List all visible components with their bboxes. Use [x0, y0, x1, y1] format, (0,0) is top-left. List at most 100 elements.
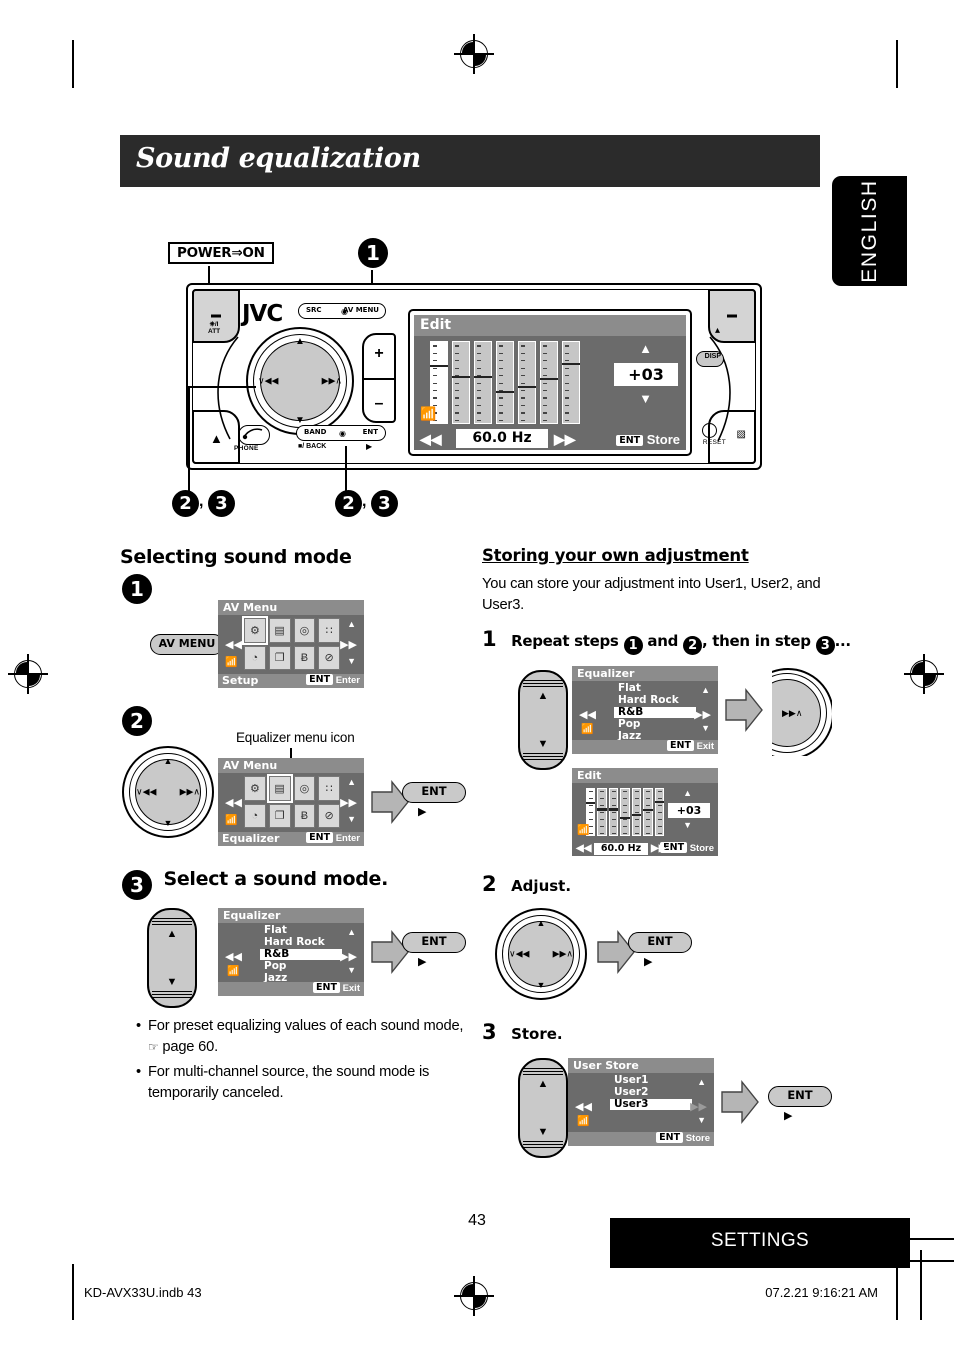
ent-button-step3[interactable]: ENT	[402, 932, 466, 953]
equalizer-band[interactable]	[562, 341, 580, 424]
scroll-up-icon[interactable]: ▲	[347, 777, 356, 787]
rocker-thumb-right-step1[interactable]: ▲ ▼	[518, 670, 568, 770]
equalizer-band[interactable]	[654, 788, 664, 836]
prev-icon[interactable]: ◀◀	[579, 708, 596, 721]
list-item[interactable]: R&B	[260, 949, 342, 960]
next-icon[interactable]: ▶▶	[340, 796, 357, 809]
list-item[interactable]: Hard Rock	[616, 695, 692, 706]
list-item[interactable]: Flat	[616, 683, 692, 694]
prev-band-icon[interactable]: ◀◀	[576, 843, 591, 854]
list-item[interactable]: User2	[612, 1087, 688, 1098]
prev-band-icon[interactable]: ◀◀	[420, 431, 442, 448]
menu-icon-cell-setup-icon[interactable]: ⚙	[244, 776, 266, 801]
menu-icon-cell-list-icon[interactable]: ❐	[268, 803, 291, 828]
equalizer-band[interactable]	[643, 788, 653, 836]
band-ent-button[interactable]: BAND ENT ◉	[296, 425, 386, 441]
next-icon[interactable]: ▶▶	[340, 950, 357, 963]
equalizer-band[interactable]	[608, 788, 619, 836]
control-dial[interactable]: ▲ ▼ ∨◀◀ ▶▶∧	[246, 327, 354, 435]
list-item[interactable]: User3	[610, 1099, 692, 1110]
list-item[interactable]: User1	[612, 1075, 688, 1086]
user-store-list[interactable]: User1 User2 User3	[610, 1075, 692, 1135]
eject-button[interactable]: ▲	[210, 431, 223, 446]
list-item[interactable]: Flat	[262, 925, 338, 936]
scroll-down-icon[interactable]: ▼	[347, 656, 356, 666]
equalizer-band[interactable]	[474, 341, 492, 424]
bluetooth-icon: 📶	[420, 406, 437, 421]
scroll-down-icon[interactable]: ▼	[697, 1115, 706, 1125]
menu-icon-cell-disc-icon[interactable]: ⊘	[318, 645, 340, 670]
equalizer-bars[interactable]	[586, 788, 664, 836]
menu-icon-cell-bluetooth-icon[interactable]: Ƀ	[293, 645, 316, 670]
menu-icon-cell-list-icon[interactable]: ❐	[268, 645, 291, 670]
av-menu-icon-grid[interactable]: ⚙ ▤ ◎ ∷ ◔ ❐ Ƀ ⊘	[244, 774, 340, 828]
equalizer-icon: ▤	[274, 624, 285, 637]
menu-icon-cell-clock-icon[interactable]: ◔	[244, 645, 266, 670]
src-av-menu-button[interactable]: SRC AV MENU ◉	[298, 303, 386, 319]
prev-icon[interactable]: ◀◀	[575, 1100, 592, 1113]
list-item[interactable]: R&B	[614, 707, 696, 718]
band-tick	[565, 404, 569, 407]
menu-icon-cell-clock-icon[interactable]: ◔	[244, 803, 266, 828]
list-item[interactable]: Pop	[262, 961, 338, 972]
next-icon[interactable]: ▶▶	[340, 638, 357, 651]
equalizer-list[interactable]: Flat Hard Rock R&B Pop Jazz	[614, 683, 696, 743]
equalizer-band[interactable]	[540, 341, 558, 424]
band-tick	[600, 790, 605, 793]
scroll-up-icon[interactable]: ▲	[347, 619, 356, 629]
value-down-arrow-icon[interactable]: ▼	[683, 820, 692, 830]
panel-footer-left: Setup	[222, 674, 259, 687]
equalizer-band[interactable]	[597, 788, 607, 836]
rocker-thumb-right-step3[interactable]: ▲ ▼	[518, 1058, 568, 1158]
av-menu-icon-grid[interactable]: ⚙ ▤ ◎ ∷ ◔ ❐ Ƀ ⊘	[242, 616, 340, 670]
list-item[interactable]: Hard Rock	[262, 937, 338, 948]
menu-icon-cell-sound-icon[interactable]: ◎	[293, 776, 316, 801]
av-menu-button-graphic[interactable]: AV MENU	[150, 634, 224, 655]
scroll-down-icon[interactable]: ▼	[701, 723, 710, 733]
prev-icon[interactable]: ◀◀	[225, 796, 242, 809]
rocker-thumb-step3[interactable]: ▲ ▼	[147, 908, 197, 1008]
menu-icon-cell-dot-matrix-icon[interactable]: ∷	[318, 618, 340, 643]
menu-icon-cell-setup-icon[interactable]: ⚙	[242, 616, 268, 645]
band-tick	[455, 389, 459, 392]
equalizer-band[interactable]	[620, 788, 630, 836]
equalizer-bars[interactable]	[430, 341, 580, 424]
value-up-arrow-icon[interactable]: ▲	[683, 788, 692, 798]
equalizer-band[interactable]	[631, 788, 642, 836]
scroll-down-icon[interactable]: ▼	[347, 814, 356, 824]
prev-icon[interactable]: ◀◀	[225, 950, 242, 963]
lcd-footer: ◀◀ 60.0 Hz ▶▶ ENT Store	[414, 429, 686, 450]
value-down-arrow-icon[interactable]: ▼	[639, 391, 652, 406]
equalizer-band[interactable]	[496, 341, 514, 424]
value-up-arrow-icon[interactable]: ▲	[639, 341, 652, 356]
scroll-up-icon[interactable]: ▲	[347, 927, 356, 937]
scroll-up-icon[interactable]: ▲	[697, 1077, 706, 1087]
equalizer-band[interactable]	[518, 341, 536, 424]
ent-button-right-step3[interactable]: ENT	[768, 1086, 832, 1107]
next-band-icon[interactable]: ▶▶	[651, 843, 666, 854]
next-icon[interactable]: ▶▶	[694, 708, 711, 721]
volume-rocker[interactable]: + –	[362, 333, 396, 423]
control-dial-thumb-right-step2[interactable]: ▲ ▼ ∨◀◀ ▶▶∧	[495, 908, 587, 1000]
menu-icon-cell-disc-icon[interactable]: ⊘	[318, 803, 340, 828]
prev-icon[interactable]: ◀◀	[225, 638, 242, 651]
ent-button-right-step2[interactable]: ENT	[628, 932, 692, 953]
list-item[interactable]: Pop	[616, 719, 692, 730]
menu-icon-cell-bluetooth-icon[interactable]: Ƀ	[293, 803, 316, 828]
menu-icon-cell-equalizer-icon[interactable]: ▤	[266, 774, 293, 803]
next-icon[interactable]: ▶▶	[690, 1100, 707, 1113]
band-tick	[646, 790, 651, 793]
panel-footer-right: Store	[689, 843, 714, 854]
equalizer-list[interactable]: Flat Hard Rock R&B Pop Jazz	[260, 925, 342, 985]
half-dial-thumb[interactable]: ▶▶∧	[772, 668, 832, 756]
menu-icon-cell-sound-icon[interactable]: ◎	[293, 618, 316, 643]
scroll-down-icon[interactable]: ▼	[347, 965, 356, 975]
next-band-icon[interactable]: ▶▶	[554, 431, 576, 448]
scroll-up-icon[interactable]: ▲	[701, 685, 710, 695]
control-dial-thumb-step2[interactable]: ▲ ▼ ∨◀◀ ▶▶∧	[122, 746, 214, 838]
equalizer-band[interactable]	[452, 341, 470, 424]
reset-button[interactable]	[702, 423, 717, 438]
menu-icon-cell-dot-matrix-icon[interactable]: ∷	[318, 776, 340, 801]
ent-button-step2[interactable]: ENT	[402, 782, 466, 803]
menu-icon-cell-equalizer-icon[interactable]: ▤	[268, 618, 291, 643]
